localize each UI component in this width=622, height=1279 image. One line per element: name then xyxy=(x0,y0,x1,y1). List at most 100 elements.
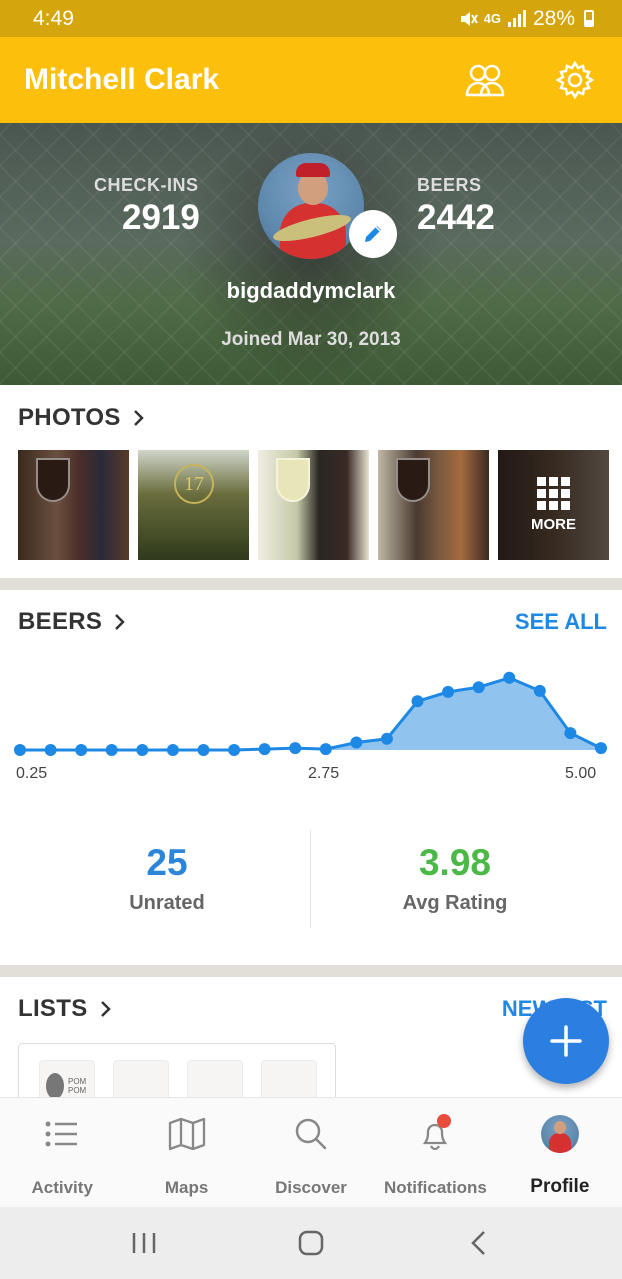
search-icon xyxy=(295,1118,327,1150)
photos-title: PHOTOS xyxy=(18,404,145,432)
grid-icon xyxy=(537,477,570,510)
network-label: 4G xyxy=(483,11,501,26)
friends-icon xyxy=(465,64,505,97)
x-tick-label: 0.25 xyxy=(16,765,48,782)
chart-point[interactable] xyxy=(197,744,210,756)
chart-point[interactable] xyxy=(289,742,302,755)
chart-point[interactable] xyxy=(564,727,577,740)
gear-icon xyxy=(556,61,594,99)
edit-avatar-button[interactable] xyxy=(349,210,397,258)
lists-title[interactable]: LISTS xyxy=(18,995,112,1023)
photo-label: 17 xyxy=(174,464,214,504)
add-checkin-button[interactable] xyxy=(523,998,609,1084)
chart-point[interactable] xyxy=(595,742,607,755)
battery-icon xyxy=(584,10,594,27)
photos-title-text: PHOTOS xyxy=(18,404,121,431)
lists-title-text: LISTS xyxy=(18,995,88,1022)
recent-apps-icon xyxy=(132,1233,155,1253)
unrated-stat[interactable]: 25 Unrated xyxy=(12,842,322,915)
chart-point[interactable] xyxy=(319,743,332,756)
unrated-value: 25 xyxy=(146,842,188,883)
photos-header[interactable]: PHOTOS xyxy=(0,396,622,440)
chevron-right-icon xyxy=(133,410,144,426)
unrated-label: Unrated xyxy=(129,892,205,914)
bottom-nav: Activity Maps Discover Notifications Pro… xyxy=(0,1097,622,1207)
friends-button[interactable] xyxy=(462,57,508,103)
photo-thumbnail[interactable] xyxy=(378,450,489,560)
chevron-right-icon xyxy=(115,614,125,630)
nav-item-notifications[interactable]: Notifications xyxy=(373,1098,497,1207)
mute-icon xyxy=(460,11,478,26)
plus-icon xyxy=(550,1025,582,1057)
beers-title[interactable]: BEERS xyxy=(18,608,126,636)
map-icon xyxy=(168,1117,205,1151)
photo-thumbnail[interactable] xyxy=(18,450,129,560)
nav-item-maps[interactable]: Maps xyxy=(124,1098,248,1207)
nav-label: Notifications xyxy=(383,1178,487,1197)
chart-point[interactable] xyxy=(136,744,149,756)
status-bar: 4:49 4G 28% xyxy=(0,0,622,37)
list-card[interactable]: POM POM xyxy=(18,1043,336,1104)
list-icon xyxy=(45,1121,78,1147)
list-thumb-text: POM POM xyxy=(68,1077,87,1095)
chart-point[interactable] xyxy=(166,744,179,756)
x-tick-label: 2.75 xyxy=(308,765,340,782)
chart-area xyxy=(20,677,601,750)
status-time: 4:49 xyxy=(33,6,74,30)
recent-apps-button[interactable] xyxy=(114,1223,174,1263)
nav-label: Maps xyxy=(164,1178,209,1197)
chart-point[interactable] xyxy=(105,744,118,756)
joined-date: Joined Mar 30, 2013 xyxy=(221,329,401,350)
nav-item-activity[interactable]: Activity xyxy=(0,1098,124,1207)
chart-point[interactable] xyxy=(472,681,485,694)
more-label: MORE xyxy=(531,516,576,533)
chart-point[interactable] xyxy=(44,744,57,756)
rating-distribution-chart xyxy=(14,671,607,756)
app-bar: Mitchell Clark xyxy=(0,37,622,123)
photos-row: 17 MORE xyxy=(18,450,609,560)
profile-header: CHECK-INS 2919 BEERS 2442 bigdaddymclark… xyxy=(0,123,622,385)
x-tick-label: 5.00 xyxy=(565,765,597,782)
checkins-value: 2919 xyxy=(122,198,200,237)
chart-point[interactable] xyxy=(442,685,455,698)
chart-point[interactable] xyxy=(503,671,516,684)
nav-item-discover[interactable]: Discover xyxy=(249,1098,373,1207)
back-button[interactable] xyxy=(448,1223,508,1263)
status-icons: 4G 28% xyxy=(458,7,594,31)
avg-rating-value: 3.98 xyxy=(418,842,491,883)
checkins-stat[interactable]: CHECK-INS 2919 xyxy=(94,175,234,238)
beers-label: BEERS xyxy=(417,175,482,195)
signal-icon xyxy=(507,9,526,27)
home-button[interactable] xyxy=(281,1223,341,1263)
beers-header: BEERS SEE ALL xyxy=(0,600,622,644)
chart-point[interactable] xyxy=(75,744,88,756)
photo-thumbnail[interactable] xyxy=(258,450,369,560)
avg-rating-label: Avg Rating xyxy=(402,892,508,914)
nav-item-profile[interactable]: Profile xyxy=(498,1098,622,1207)
section-divider xyxy=(0,578,622,590)
chart-point[interactable] xyxy=(533,684,546,697)
chart-point[interactable] xyxy=(228,744,241,756)
chart-point[interactable] xyxy=(350,736,363,749)
checkins-label: CHECK-INS xyxy=(94,175,199,195)
more-photos-button[interactable]: MORE xyxy=(498,450,609,560)
chart-point[interactable] xyxy=(411,695,424,708)
photo-thumbnail[interactable]: 17 xyxy=(138,450,249,560)
beers-stat[interactable]: BEERS 2442 xyxy=(417,175,537,238)
chart-point[interactable] xyxy=(14,744,26,756)
battery-percent: 28% xyxy=(532,6,575,30)
section-divider xyxy=(0,965,622,977)
nav-label: Discover xyxy=(275,1178,347,1197)
system-nav-bar xyxy=(0,1207,622,1279)
beers-value: 2442 xyxy=(417,198,495,237)
settings-button[interactable] xyxy=(552,57,598,103)
chart-point[interactable] xyxy=(258,743,271,756)
page-title: Mitchell Clark xyxy=(24,63,220,96)
avg-rating-stat: 3.98 Avg Rating xyxy=(300,842,610,915)
see-all-link[interactable]: SEE ALL xyxy=(515,609,607,635)
avatar[interactable] xyxy=(258,153,364,259)
home-icon xyxy=(298,1230,324,1256)
beers-title-text: BEERS xyxy=(18,608,103,635)
chart-point[interactable] xyxy=(380,732,393,745)
nav-label: Activity xyxy=(31,1178,93,1197)
